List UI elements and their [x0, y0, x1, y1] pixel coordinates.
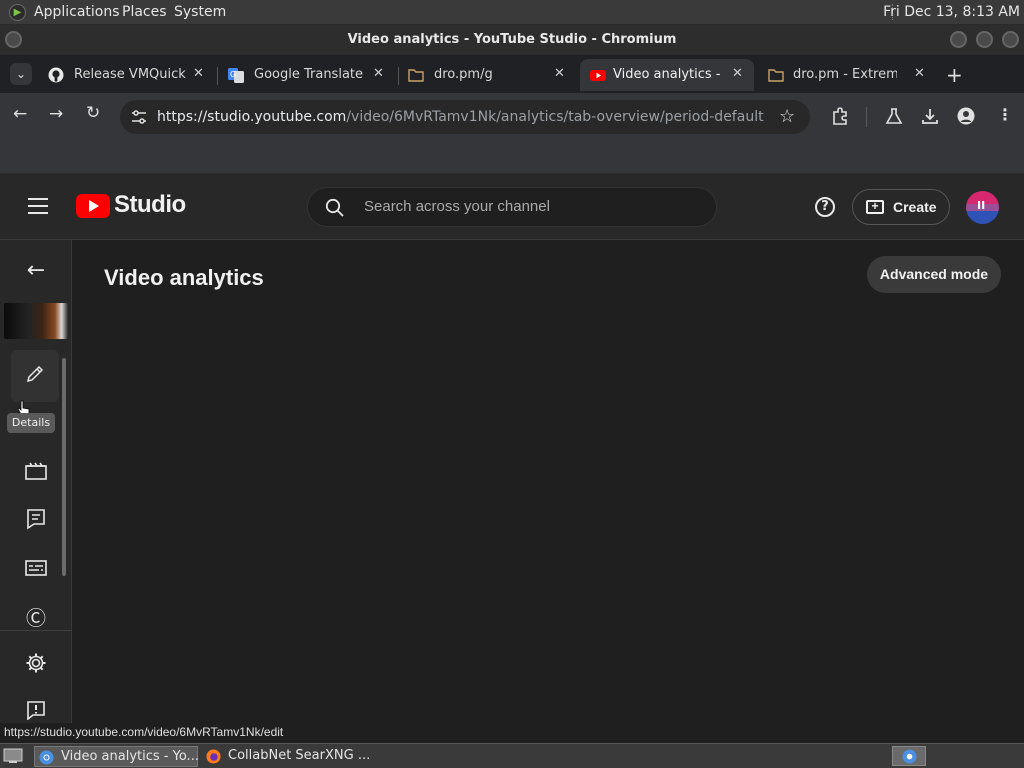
- tab-label: Google Translate: [254, 67, 364, 82]
- profile-icon[interactable]: [957, 107, 975, 125]
- tab-label: Release VMQuickC: [74, 67, 186, 82]
- menu-applications[interactable]: Applications: [34, 4, 120, 20]
- channel-avatar[interactable]: [966, 191, 999, 224]
- rail-item-details[interactable]: [11, 350, 59, 402]
- tab-search-chevron-icon[interactable]: ⌄: [10, 63, 32, 85]
- video-left-rail: ← Details Ⓒ: [0, 240, 72, 743]
- tab-release-vmquickc[interactable]: Release VMQuickC ✕: [48, 59, 210, 91]
- site-info-tune-icon[interactable]: [131, 110, 147, 124]
- download-icon[interactable]: [921, 107, 939, 125]
- studio-wordmark[interactable]: Studio: [114, 191, 186, 219]
- url-text[interactable]: https://studio.youtube.com/video/6MvRTam…: [157, 109, 764, 125]
- window-titlebar[interactable]: Video analytics - YouTube Studio - Chrom…: [0, 25, 1024, 55]
- copyright-icon[interactable]: Ⓒ: [22, 602, 50, 630]
- advanced-mode-button[interactable]: Advanced mode: [867, 256, 1001, 293]
- page-title: Video analytics: [104, 265, 264, 290]
- tab-google-translate[interactable]: G Google Translate ✕: [228, 59, 390, 91]
- rail-scrollbar[interactable]: [62, 358, 66, 576]
- distro-logo-icon[interactable]: ▶: [9, 4, 26, 21]
- menu-places[interactable]: Places: [122, 4, 167, 20]
- comments-icon[interactable]: [26, 508, 46, 530]
- tab-separator: [398, 67, 399, 85]
- tab-label: dro.pm/g: [434, 67, 493, 82]
- labs-flask-icon[interactable]: [885, 107, 903, 125]
- close-tab-icon[interactable]: ✕: [914, 66, 925, 81]
- github-icon: [48, 67, 64, 83]
- details-tooltip: Details: [7, 413, 55, 433]
- firefox-icon: [206, 749, 221, 764]
- maximize-button[interactable]: [976, 31, 993, 48]
- close-tab-icon[interactable]: ✕: [554, 66, 565, 81]
- settings-gear-icon[interactable]: [25, 652, 47, 674]
- tab-strip: ⌄ Release VMQuickC ✕ G Google Translate …: [0, 55, 1024, 93]
- folder-icon: [408, 69, 424, 82]
- task-label: Video analytics - Yo...: [61, 749, 199, 764]
- tab-video-analytics[interactable]: Video analytics - Yo ✕: [580, 59, 754, 91]
- task-label: CollabNet SearXNG ...: [228, 748, 371, 763]
- create-label: Create: [893, 199, 937, 215]
- tab-label: dro.pm - Extremel: [793, 67, 897, 82]
- forward-arrow-icon[interactable]: →: [49, 104, 63, 124]
- bookmark-star-icon[interactable]: ☆: [779, 106, 795, 127]
- main-content: Video analytics Advanced mode: [72, 240, 1024, 743]
- folder-icon: [768, 69, 784, 82]
- extensions-puzzle-icon[interactable]: [831, 107, 849, 125]
- back-arrow-icon[interactable]: ←: [22, 258, 50, 283]
- show-desktop-icon[interactable]: [3, 748, 23, 764]
- url-path: /video/6MvRTamv1Nk/analytics/tab-overvie…: [346, 109, 764, 125]
- url-host: https://studio.youtube.com: [157, 109, 347, 125]
- status-url-bubble: https://studio.youtube.com/video/6MvRTam…: [0, 723, 290, 743]
- tab-label: Video analytics - Yo: [613, 67, 721, 82]
- tab-dro-pm-g[interactable]: dro.pm/g ✕: [408, 59, 570, 91]
- google-translate-icon: G: [228, 68, 244, 83]
- create-button[interactable]: + Create: [852, 189, 950, 225]
- chromium-icon: [902, 749, 917, 764]
- browser-toolbar: ← → ↻ https://studio.youtube.com/video/6…: [0, 93, 1024, 141]
- pencil-icon: [26, 365, 44, 383]
- help-icon[interactable]: ?: [815, 197, 835, 217]
- clock[interactable]: Fri Dec 13, 8:13 AM: [883, 4, 1020, 20]
- taskbar-task-firefox[interactable]: CollabNet SearXNG ...: [202, 746, 378, 767]
- workspace-switcher[interactable]: [892, 746, 926, 766]
- channel-search[interactable]: [307, 187, 717, 227]
- os-taskbar: Video analytics - Yo... CollabNet SearXN…: [0, 743, 1024, 768]
- new-tab-plus-icon[interactable]: +: [946, 63, 963, 87]
- subtitles-icon[interactable]: [25, 560, 47, 576]
- kebab-menu-icon[interactable]: ⋮: [997, 105, 1013, 124]
- reload-icon[interactable]: ↻: [86, 103, 100, 123]
- close-tab-icon[interactable]: ✕: [193, 66, 204, 81]
- send-feedback-icon[interactable]: [26, 700, 46, 720]
- os-top-panel: ▶ Applications Places System Fri Dec 13,…: [0, 0, 1024, 25]
- menu-system[interactable]: System: [174, 4, 226, 20]
- close-tab-icon[interactable]: ✕: [732, 66, 743, 81]
- chromium-icon: [39, 750, 54, 765]
- svg-text:G: G: [230, 70, 236, 79]
- youtube-logo-icon[interactable]: [76, 194, 110, 218]
- toolbar-divider: [866, 107, 867, 127]
- window-title: Video analytics - YouTube Studio - Chrom…: [347, 32, 677, 47]
- close-window-button[interactable]: [1002, 31, 1019, 48]
- search-icon[interactable]: [325, 198, 345, 218]
- bookmarks-bar: [0, 141, 1024, 174]
- back-arrow-icon[interactable]: ←: [13, 104, 27, 124]
- search-input[interactable]: [364, 198, 694, 215]
- taskbar-task-chromium[interactable]: Video analytics - Yo...: [34, 746, 199, 767]
- address-bar[interactable]: https://studio.youtube.com/video/6MvRTam…: [120, 100, 810, 134]
- studio-header: Studio ? + Create: [0, 174, 1024, 240]
- close-tab-icon[interactable]: ✕: [373, 66, 384, 81]
- create-video-plus-icon: +: [866, 200, 884, 214]
- editor-clapperboard-icon[interactable]: [25, 462, 47, 480]
- tab-separator: [217, 67, 218, 85]
- minimize-button[interactable]: [950, 31, 967, 48]
- hamburger-menu-icon[interactable]: [28, 198, 48, 214]
- rail-divider: [0, 630, 72, 631]
- tab-dro-pm-extremely[interactable]: dro.pm - Extremel ✕: [768, 59, 932, 91]
- video-thumbnail[interactable]: [4, 303, 68, 339]
- youtube-icon: [590, 70, 606, 81]
